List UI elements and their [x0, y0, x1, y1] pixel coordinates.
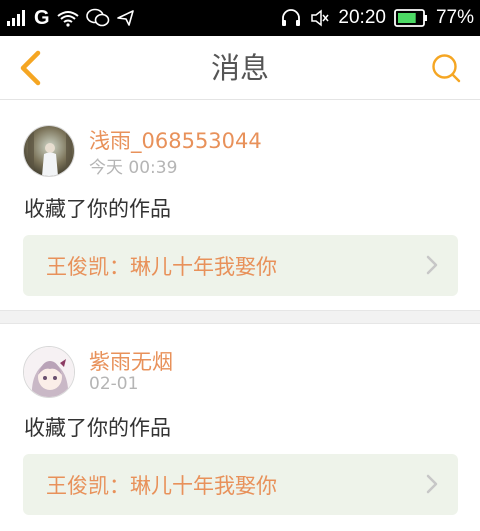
section-divider — [0, 310, 480, 324]
wechat-icon — [85, 8, 110, 28]
work-link[interactable]: 王俊凯：琳儿十年我娶你 — [23, 235, 458, 296]
header-bar: 消息 — [0, 36, 480, 100]
clock: 20:20 — [338, 7, 386, 28]
status-bar: G 20:20 77% — [0, 0, 480, 36]
wifi-icon — [56, 9, 80, 27]
status-bar-right: 20:20 77% — [280, 0, 474, 36]
mute-icon — [310, 9, 330, 27]
username-link[interactable]: 浅雨_068553044 — [89, 125, 262, 155]
action-text: 收藏了你的作品 — [24, 197, 171, 221]
headset-icon — [280, 8, 302, 28]
message-list: 浅雨_068553044 今天 00:39 收藏了你的作品 王俊凯：琳儿十年我娶… — [0, 101, 480, 530]
work-title: 王俊凯：琳儿十年我娶你 — [46, 254, 277, 279]
search-button[interactable] — [428, 50, 464, 86]
battery-percent: 77% — [435, 7, 474, 28]
chevron-left-icon — [17, 50, 43, 86]
work-link[interactable]: 王俊凯：琳儿十年我娶你 — [23, 454, 458, 515]
page-title: 消息 — [210, 51, 269, 85]
status-bar-left: G — [6, 0, 136, 36]
avatar[interactable] — [23, 346, 75, 398]
signal-icon — [6, 9, 28, 27]
avatar[interactable] — [23, 125, 75, 177]
navigation-icon — [116, 9, 136, 27]
username-link[interactable]: 紫雨无烟 — [89, 346, 173, 376]
chevron-right-icon — [426, 474, 438, 494]
message-time: 今天 00:39 — [89, 158, 178, 178]
message-item[interactable]: 浅雨_068553044 今天 00:39 收藏了你的作品 王俊凯：琳儿十年我娶… — [0, 101, 480, 310]
chevron-right-icon — [426, 255, 438, 275]
action-text: 收藏了你的作品 — [24, 416, 171, 440]
battery-icon — [394, 8, 428, 28]
message-time: 02-01 — [89, 374, 139, 394]
back-button[interactable] — [10, 48, 50, 88]
message-item[interactable]: 紫雨无烟 02-01 收藏了你的作品 王俊凯：琳儿十年我娶你 — [0, 324, 480, 530]
work-title: 王俊凯：琳儿十年我娶你 — [46, 473, 277, 498]
network-type: G — [34, 6, 50, 29]
search-icon — [430, 52, 462, 84]
